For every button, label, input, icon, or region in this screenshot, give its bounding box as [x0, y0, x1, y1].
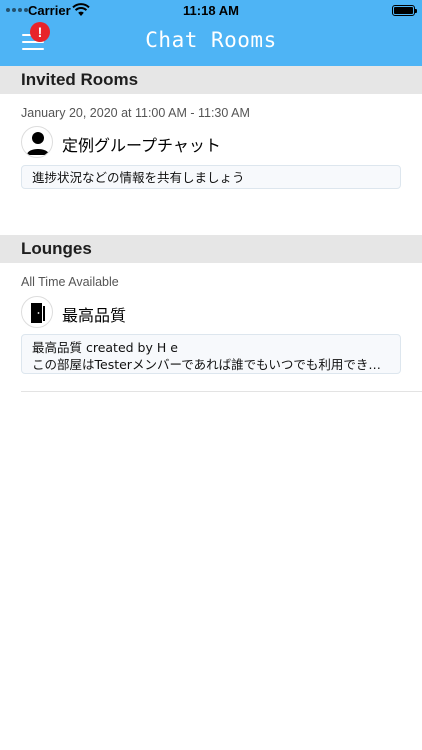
section-header-lounges: Lounges [0, 235, 422, 263]
status-time: 11:18 AM [183, 3, 239, 18]
header: Carrier 11:18 AM ! Chat Rooms [0, 0, 422, 66]
battery-icon [392, 5, 417, 16]
divider [21, 391, 422, 392]
page-title: Chat Rooms [145, 28, 277, 52]
room-description: 進捗状況などの情報を共有しましょう [32, 170, 245, 185]
room-availability: All Time Available [21, 275, 119, 289]
status-bar: Carrier 11:18 AM [0, 0, 422, 22]
section-header-invited-rooms: Invited Rooms [0, 66, 422, 94]
room-description-line2: この部屋はTesterメンバーであれば誰でもいつでも利用できます。 [32, 357, 390, 372]
room-name[interactable]: 定例グループチャット [62, 132, 221, 156]
room-description-line1: 最高品質 created by H e [32, 340, 178, 355]
room-name[interactable]: 最高品質 [62, 302, 126, 326]
room-schedule: January 20, 2020 at 11:00 AM - 11:30 AM [21, 106, 250, 120]
room-card-lounge[interactable]: 最高品質 created by H e この部屋はTesterメンバーであれば誰… [21, 334, 401, 374]
door-icon[interactable] [21, 296, 53, 328]
room-card-invited[interactable]: 進捗状況などの情報を共有しましょう [21, 165, 401, 189]
person-avatar-icon[interactable] [21, 126, 53, 158]
